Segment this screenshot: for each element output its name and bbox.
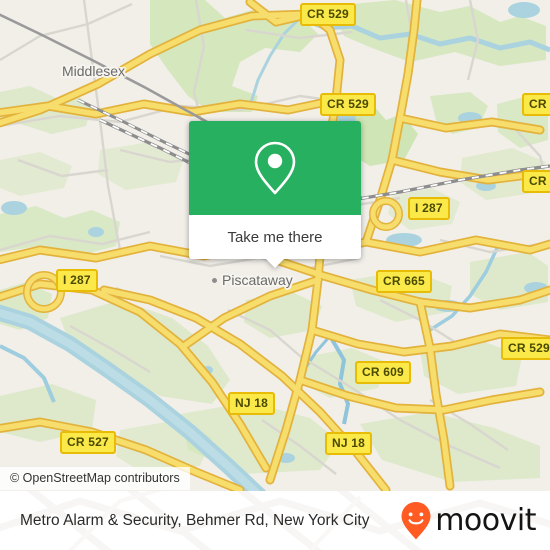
map-screenshot: Middlesex Piscataway CR 529 CR 529 CR 6 …: [0, 0, 550, 550]
moovit-logo[interactable]: moovit: [400, 501, 536, 541]
moovit-wordmark: moovit: [435, 503, 536, 538]
moovit-pin-smile-icon: [401, 501, 431, 539]
road-shield-cr-529-upper[interactable]: CR 529: [320, 93, 376, 116]
map-canvas[interactable]: Middlesex Piscataway CR 529 CR 529 CR 6 …: [0, 0, 550, 491]
place-title: Metro Alarm & Security, Behmer Rd, New Y…: [20, 511, 370, 529]
osm-attribution[interactable]: © OpenStreetMap contributors: [0, 467, 190, 490]
road-shield-nj-18-left[interactable]: NJ 18: [228, 392, 276, 415]
place-card-pointer: [266, 259, 284, 268]
place-card[interactable]: Take me there: [189, 121, 361, 268]
take-me-there-label: Take me there: [227, 228, 323, 246]
bottom-bar: Metro Alarm & Security, Behmer Rd, New Y…: [0, 491, 550, 550]
road-shield-cr-529-lower-right[interactable]: CR 529: [501, 337, 550, 360]
road-shield-i-287-right[interactable]: I 287: [408, 197, 450, 220]
road-shield-nj-18-bottom[interactable]: NJ 18: [325, 432, 373, 455]
road-shield-cr-6-right[interactable]: CR 6: [522, 170, 550, 193]
road-shield-cr-6-upper-right[interactable]: CR 6: [522, 93, 550, 116]
place-card-footer[interactable]: Take me there: [189, 215, 361, 268]
road-shield-cr-529-north[interactable]: CR 529: [300, 3, 356, 26]
road-shield-i-287-left[interactable]: I 287: [56, 269, 98, 292]
road-shield-cr-609[interactable]: CR 609: [355, 361, 411, 384]
road-shield-cr-665[interactable]: CR 665: [376, 270, 432, 293]
place-dot-piscataway: [211, 277, 218, 284]
map-pin-icon: [254, 141, 296, 195]
place-card-header: [189, 121, 361, 215]
road-shield-cr-527[interactable]: CR 527: [60, 431, 116, 454]
